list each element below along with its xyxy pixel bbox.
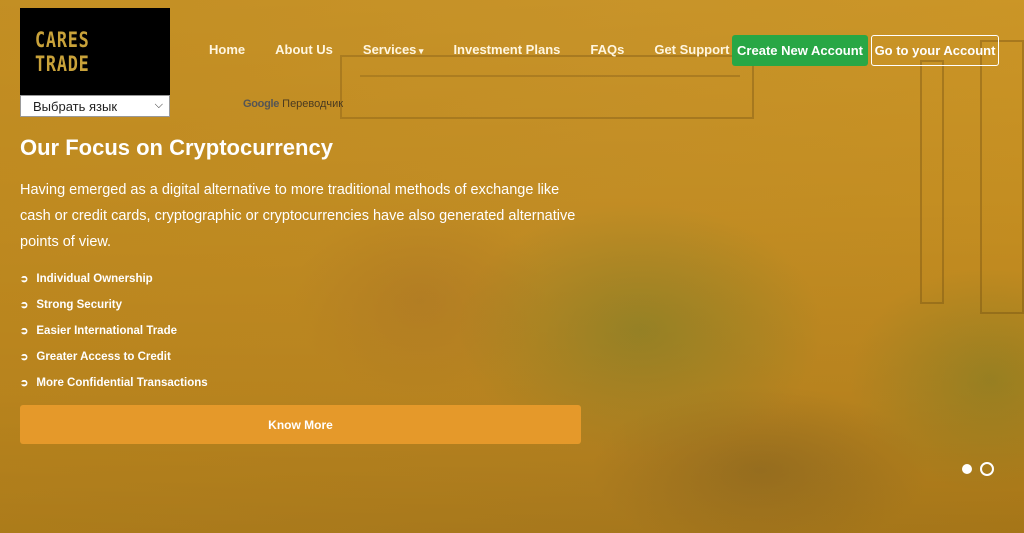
translator-text: Переводчик bbox=[282, 98, 344, 110]
nav-item-faqs[interactable]: FAQs bbox=[590, 42, 624, 57]
feature-label: Individual Ownership bbox=[36, 273, 153, 285]
feature-label: Strong Security bbox=[36, 299, 123, 311]
double-arrow-icon: ➲ bbox=[20, 351, 29, 363]
double-arrow-icon: ➲ bbox=[20, 299, 29, 311]
nav-item-home[interactable]: Home bbox=[209, 42, 245, 57]
feature-label: Easier International Trade bbox=[36, 325, 177, 337]
know-more-button[interactable]: Know More bbox=[20, 405, 581, 444]
hero-description: Having emerged as a digital alternative … bbox=[20, 182, 576, 250]
nav-item-services[interactable]: Services bbox=[363, 42, 424, 57]
double-arrow-icon: ➲ bbox=[20, 377, 29, 389]
nav-item-get-support[interactable]: Get Support bbox=[654, 42, 729, 57]
feature-item: ➲ Individual Ownership bbox=[20, 266, 208, 292]
feature-label: Greater Access to Credit bbox=[36, 351, 171, 363]
slider-dot-active[interactable] bbox=[962, 464, 972, 474]
feature-item: ➲ More Confidential Transactions bbox=[20, 370, 208, 396]
chevron-down-icon: ⌵ bbox=[154, 99, 163, 111]
feature-list: ➲ Individual Ownership ➲ Strong Security ➲… bbox=[20, 266, 208, 396]
feature-item: ➲ Strong Security bbox=[20, 292, 208, 318]
nav-item-about-us[interactable]: About Us bbox=[275, 42, 333, 57]
slider-dot[interactable] bbox=[980, 462, 994, 476]
create-account-button[interactable]: Create New Account bbox=[732, 35, 868, 66]
feature-item: ➲ Easier International Trade bbox=[20, 318, 208, 344]
feature-label: More Confidential Transactions bbox=[36, 377, 208, 389]
double-arrow-icon: ➲ bbox=[20, 325, 29, 337]
site-logo[interactable]: CARES TRADE bbox=[20, 8, 170, 95]
main-nav: Home About Us Services Investment Plans … bbox=[209, 42, 759, 57]
logo-text: CARES TRADE bbox=[35, 27, 90, 76]
slider-pagination bbox=[962, 462, 1002, 476]
google-brand-text: Google bbox=[243, 98, 280, 110]
hero-title: Our Focus on Cryptocurrency bbox=[20, 135, 333, 160]
language-select-value: Выбрать язык bbox=[33, 98, 118, 114]
powered-by-translator[interactable]: Google Переводчик bbox=[243, 98, 343, 110]
feature-item: ➲ Greater Access to Credit bbox=[20, 344, 208, 370]
go-to-account-button[interactable]: Go to your Account bbox=[871, 35, 999, 66]
nav-item-investment-plans[interactable]: Investment Plans bbox=[453, 42, 560, 57]
double-arrow-icon: ➲ bbox=[20, 273, 29, 285]
language-select[interactable]: Выбрать язык ⌵ bbox=[20, 95, 170, 117]
